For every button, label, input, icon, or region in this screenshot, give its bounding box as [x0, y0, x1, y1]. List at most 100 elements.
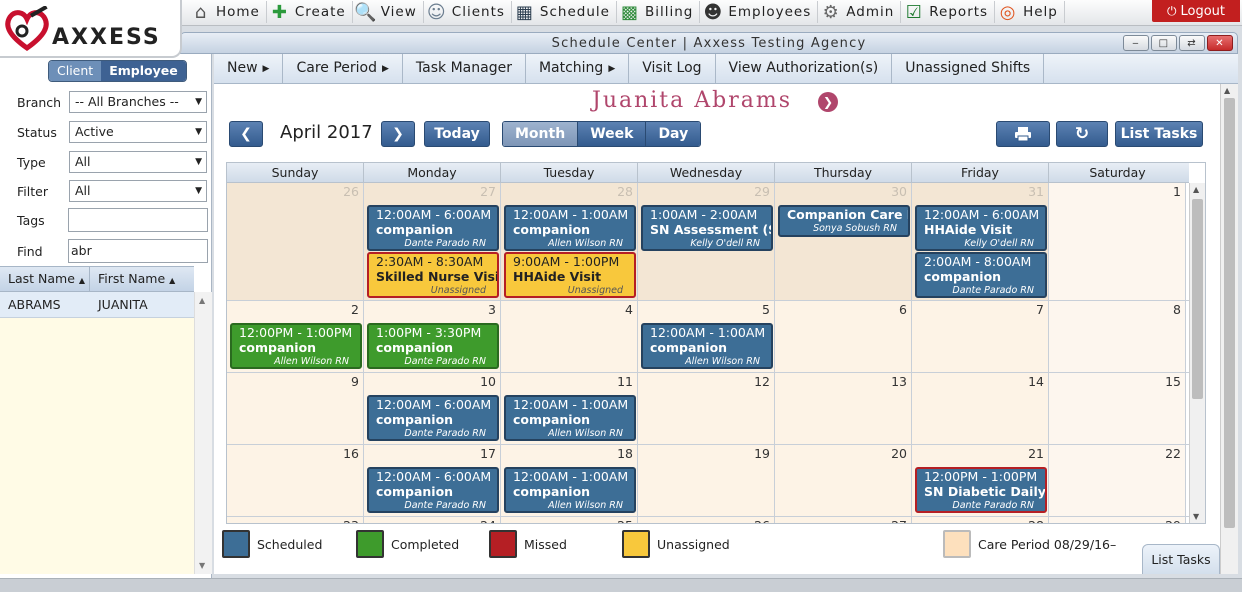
calendar-day[interactable]: 26: [638, 517, 775, 523]
scroll-down-icon[interactable]: ▼: [1193, 512, 1199, 521]
calendar-day[interactable]: 17 12:00AM - 6:00AM companion Dante Parado …: [364, 445, 501, 516]
calendar-day[interactable]: 24: [364, 517, 501, 523]
list-tasks-tab[interactable]: List Tasks: [1142, 544, 1220, 574]
schedule-event[interactable]: 12:00AM - 1:00AM companion Allen Wilson RN: [504, 395, 636, 441]
scroll-up-icon[interactable]: ▲: [199, 296, 205, 305]
calendar-day[interactable]: 20: [775, 445, 912, 516]
subnav-new[interactable]: New ▶: [214, 54, 284, 83]
logout-button[interactable]: ⏻ Logout: [1152, 0, 1240, 22]
calendar-day[interactable]: 16: [227, 445, 364, 516]
nav-help[interactable]: ◎ Help: [995, 1, 1065, 23]
day-view-button[interactable]: Day: [646, 122, 701, 146]
nav-create[interactable]: ✚ Create: [267, 1, 353, 23]
calendar-day[interactable]: 11 12:00AM - 1:00AM companion Allen Wilson …: [501, 373, 638, 444]
calendar-day[interactable]: 8: [1049, 301, 1186, 372]
schedule-event[interactable]: 1:00AM - 2:00AMSN Assessment (StartKelly…: [641, 205, 773, 251]
minimize-button[interactable]: ‒: [1123, 35, 1149, 51]
calendar-day[interactable]: 5 12:00AM - 1:00AM companion Allen Wilson R…: [638, 301, 775, 372]
nav-employees[interactable]: ☻ Employees: [700, 1, 819, 23]
subnav-care-period[interactable]: Care Period ▶: [283, 54, 403, 83]
nav-home[interactable]: ⌂ Home: [188, 1, 267, 23]
client-toggle-button[interactable]: Client: [49, 61, 102, 81]
calendar-day[interactable]: 10 12:00AM - 6:00AM companion Dante Parado …: [364, 373, 501, 444]
filter-select[interactable]: All ▼: [69, 180, 207, 202]
table-row[interactable]: ABRAMS JUANITA: [0, 292, 194, 318]
calendar-day[interactable]: 29: [1049, 517, 1186, 523]
calendar-day[interactable]: 1: [1049, 183, 1186, 300]
schedule-event[interactable]: 1:00PM - 3:30PM companion Dante Parado RN: [367, 323, 499, 369]
calendar-day[interactable]: 21 12:00PM - 1:00PMSN Diabetic Daily Visi…: [912, 445, 1049, 516]
nav-view[interactable]: 🔍 View: [353, 1, 424, 23]
schedule-event[interactable]: 12:00AM - 6:00AM companion Dante Parado RN: [367, 467, 499, 513]
last-name-column-header[interactable]: Last Name ▲: [0, 267, 90, 291]
scroll-up-icon[interactable]: ▲: [1193, 185, 1199, 194]
calendar-day[interactable]: 6: [775, 301, 912, 372]
maximize-button[interactable]: □: [1151, 35, 1177, 51]
nav-billing[interactable]: ▩ Billing: [617, 1, 701, 23]
calendar-day[interactable]: 2 12:00PM - 1:00PM companion Allen Wilson R…: [227, 301, 364, 372]
calendar-scrollbar[interactable]: ▲ ▼: [1189, 183, 1205, 523]
tags-input[interactable]: [68, 208, 208, 232]
schedule-event[interactable]: 12:00AM - 1:00AM companion Allen Wilson RN: [504, 467, 636, 513]
calendar-day[interactable]: 19: [638, 445, 775, 516]
refresh-button[interactable]: ↻: [1056, 121, 1108, 147]
schedule-event[interactable]: 12:00AM - 6:00AM companion Dante Parado RN: [367, 205, 499, 251]
calendar-day[interactable]: 13: [775, 373, 912, 444]
print-button[interactable]: [996, 121, 1050, 147]
first-name-column-header[interactable]: First Name ▲: [90, 267, 194, 291]
calendar-day[interactable]: 4: [501, 301, 638, 372]
calendar-day[interactable]: 7: [912, 301, 1049, 372]
subnav-task-manager[interactable]: Task Manager: [403, 54, 526, 83]
schedule-event[interactable]: 12:00PM - 1:00PM companion Allen Wilson RN: [230, 323, 362, 369]
nav-schedule[interactable]: ▦ Schedule: [512, 1, 617, 23]
subnav-visit-log[interactable]: Visit Log: [629, 54, 716, 83]
schedule-event[interactable]: 12:00AM - 1:00AM companion Allen Wilson RN: [504, 205, 636, 251]
calendar-day[interactable]: 27: [775, 517, 912, 523]
calendar-day[interactable]: 15: [1049, 373, 1186, 444]
scroll-up-icon[interactable]: ▲: [1224, 86, 1230, 95]
client-list-scrollbar[interactable]: ▲ ▼: [194, 292, 212, 574]
calendar-day[interactable]: 30 Companion Care PlanSonya Sobush RN: [775, 183, 912, 300]
nav-reports[interactable]: ☑ Reports: [901, 1, 996, 23]
calendar-day[interactable]: 28 12:00AM - 1:00AM companion Allen Wilson …: [501, 183, 638, 300]
calendar-scroll-thumb[interactable]: [1192, 199, 1203, 399]
nav-clients[interactable]: ☺ Clients: [424, 1, 512, 23]
schedule-event[interactable]: Companion Care PlanSonya Sobush RN: [778, 205, 910, 237]
calendar-day[interactable]: 31 12:00AM - 6:00AM HHAide Visit Kelly O'de…: [912, 183, 1049, 300]
calendar-day[interactable]: 22: [1049, 445, 1186, 516]
find-input[interactable]: abr: [68, 239, 208, 263]
close-window-button[interactable]: ✕: [1207, 35, 1233, 51]
today-button[interactable]: Today: [424, 121, 490, 147]
subnav-matching[interactable]: Matching ▶: [526, 54, 630, 83]
next-month-button[interactable]: ❯: [381, 121, 415, 147]
main-scrollbar[interactable]: ▲: [1220, 84, 1238, 574]
employee-toggle-button[interactable]: Employee: [101, 61, 186, 81]
axxess-logo[interactable]: AXXESS: [0, 0, 182, 58]
calendar-day[interactable]: 26: [227, 183, 364, 300]
schedule-event[interactable]: 9:00AM - 1:00PM HHAide Visit Unassigned: [504, 252, 636, 298]
main-scroll-thumb[interactable]: [1224, 98, 1235, 528]
subnav-unassigned-shifts[interactable]: Unassigned Shifts: [892, 54, 1045, 83]
nav-admin[interactable]: ⚙ Admin: [818, 1, 902, 23]
branch-select[interactable]: -- All Branches -- ▼: [69, 91, 207, 113]
schedule-event[interactable]: 12:00AM - 6:00AM companion Dante Parado RN: [367, 395, 499, 441]
calendar-day[interactable]: 27 12:00AM - 6:00AM companion Dante Parado …: [364, 183, 501, 300]
calendar-day[interactable]: 18 12:00AM - 1:00AM companion Allen Wilson …: [501, 445, 638, 516]
schedule-event[interactable]: 12:00PM - 1:00PMSN Diabetic Daily VisitD…: [915, 467, 1047, 513]
list-tasks-button[interactable]: List Tasks: [1115, 121, 1203, 147]
status-select[interactable]: Active ▼: [69, 121, 207, 143]
schedule-event[interactable]: 12:00AM - 6:00AM HHAide Visit Kelly O'dell…: [915, 205, 1047, 251]
prev-month-button[interactable]: ❮: [229, 121, 263, 147]
calendar-day[interactable]: 29 1:00AM - 2:00AMSN Assessment (StartKel…: [638, 183, 775, 300]
calendar-day[interactable]: 3 1:00PM - 3:30PM companion Dante Parado RN: [364, 301, 501, 372]
month-view-button[interactable]: Month: [503, 122, 579, 146]
restore-button[interactable]: ⇄: [1179, 35, 1205, 51]
schedule-event[interactable]: 2:30AM - 8:30AM Skilled Nurse Visit Unassi…: [367, 252, 499, 298]
schedule-event[interactable]: 12:00AM - 1:00AM companion Allen Wilson RN: [641, 323, 773, 369]
calendar-day[interactable]: 12: [638, 373, 775, 444]
calendar-day[interactable]: 9: [227, 373, 364, 444]
schedule-event[interactable]: 2:00AM - 8:00AM companion Dante Parado RN: [915, 252, 1047, 298]
calendar-day[interactable]: 25: [501, 517, 638, 523]
calendar-day[interactable]: 23: [227, 517, 364, 523]
subnav-view-authorization-s[interactable]: View Authorization(s): [716, 54, 893, 83]
